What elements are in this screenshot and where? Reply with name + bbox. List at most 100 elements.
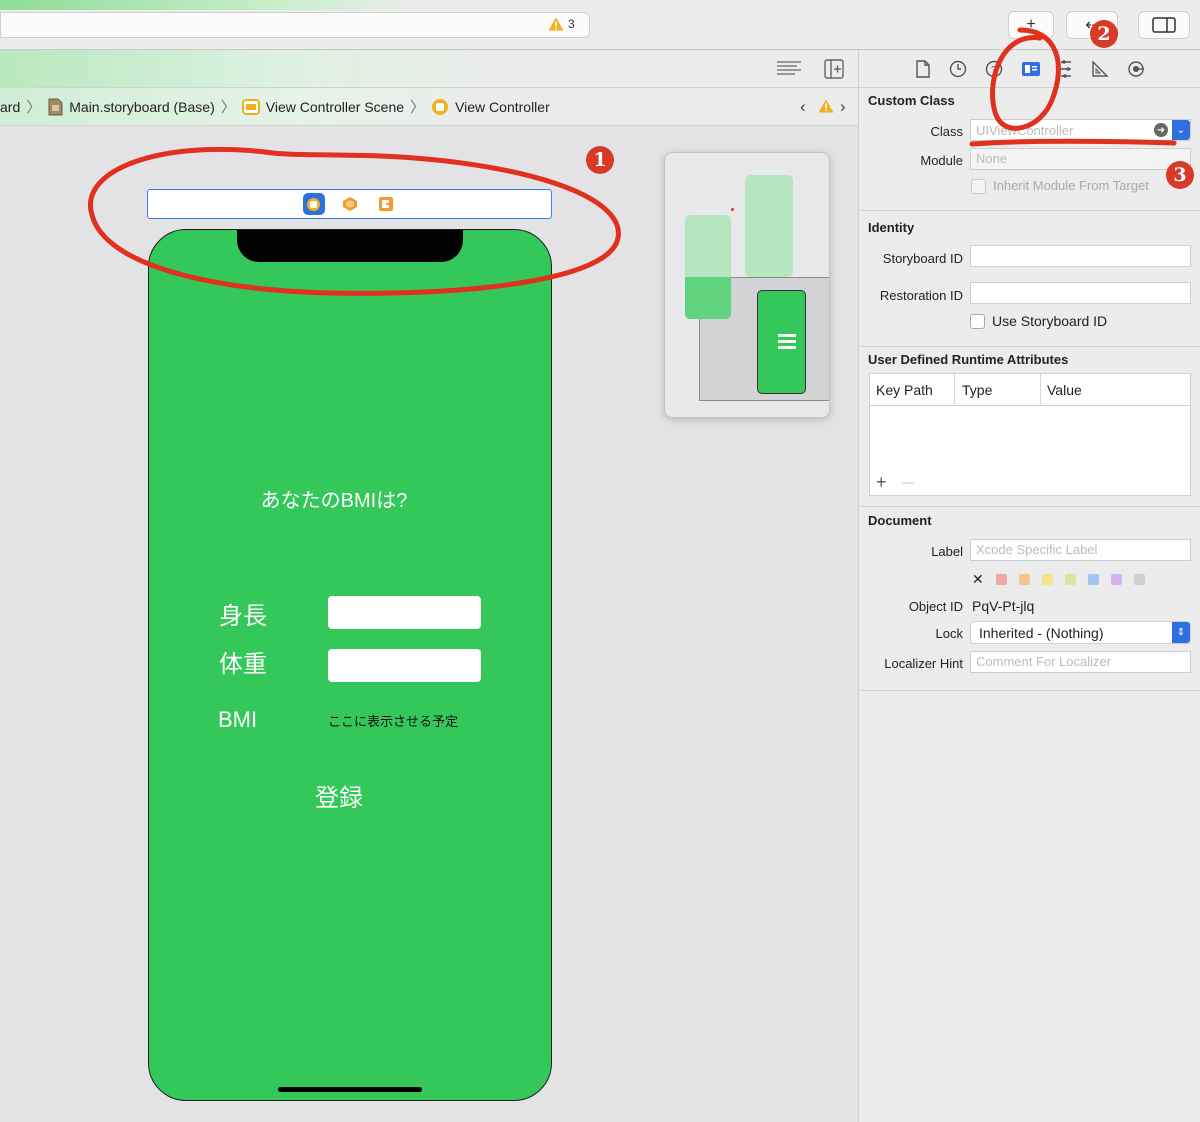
window-toolbar: 3 + ⇠ (0, 0, 1200, 50)
label-color-swatch[interactable] (1041, 574, 1053, 585)
label-color-swatch[interactable] (1133, 574, 1145, 585)
inherit-module-checkbox[interactable] (971, 179, 986, 194)
custom-class-title: Custom Class (868, 93, 955, 108)
inspector-tab-bar: ? (859, 50, 1200, 88)
chevron-right-icon: 〉 (26, 99, 42, 116)
document-label-field[interactable]: Xcode Specific Label (970, 539, 1191, 561)
size-inspector-icon[interactable] (1091, 59, 1109, 78)
column-divider (1040, 374, 1041, 406)
home-indicator (278, 1087, 422, 1092)
inherit-module-label: Inherit Module From Target (993, 178, 1149, 193)
sidebar-right-icon (1152, 17, 1176, 33)
register-button[interactable]: 登録 (149, 778, 529, 813)
breadcrumb: ard 〉 Main.storyboard (Base) 〉 View Cont… (0, 88, 858, 126)
label-color-swatches: ✕ (972, 571, 1145, 588)
label-color-swatch[interactable] (1110, 574, 1122, 585)
localizer-hint-field[interactable]: Comment For Localizer (970, 651, 1191, 673)
restoration-id-field[interactable] (970, 282, 1191, 304)
height-label: 身長 (219, 603, 267, 630)
column-header[interactable]: Type (962, 382, 992, 398)
localizer-hint-label: Localizer Hint (884, 656, 963, 671)
editor-options-bar (0, 50, 858, 88)
table-header: Key Path Type Value (870, 374, 1190, 406)
remove-attribute-button[interactable]: — (902, 475, 914, 489)
minimap-scene-overlap (685, 277, 731, 319)
go-to-class-icon[interactable]: ➜ (1154, 123, 1168, 137)
annotation-number-two: 2 (1090, 20, 1118, 48)
use-storyboard-id-checkbox[interactable] (970, 314, 985, 329)
divider (859, 346, 1200, 347)
chevron-left-icon[interactable]: ‹ (800, 97, 806, 117)
editor-options-icon[interactable] (776, 60, 802, 78)
class-dropdown-button[interactable]: ⌄ (1172, 120, 1190, 140)
exit-icon[interactable] (375, 193, 397, 215)
identity-inspector-icon[interactable] (1021, 61, 1041, 77)
attributes-inspector-icon[interactable] (1059, 59, 1073, 78)
file-inspector-icon[interactable] (915, 59, 931, 78)
warning-indicator[interactable]: 3 (548, 17, 575, 31)
height-text-field[interactable] (328, 596, 481, 629)
lock-value: Inherited - (Nothing) (979, 624, 1104, 641)
minimap-current-scene (757, 290, 806, 394)
inspector-panel: ? Custom Class Class UIViewController ➜ … (858, 50, 1200, 1122)
storyboard-id-field[interactable] (970, 245, 1191, 267)
build-progress-bar (0, 0, 420, 10)
object-id-value: PqV-Pt-jlq (972, 598, 1035, 614)
breadcrumb-label: View Controller (455, 98, 550, 115)
first-responder-icon[interactable] (339, 193, 361, 215)
lock-label: Lock (935, 626, 963, 641)
svg-text:?: ? (991, 65, 997, 76)
annotation-number-three: 3 (1166, 161, 1194, 189)
warning-count: 3 (568, 17, 575, 31)
add-editor-icon[interactable] (824, 59, 844, 79)
connections-inspector-icon[interactable] (1127, 60, 1145, 78)
plus-icon: + (1026, 16, 1036, 33)
clear-color-icon[interactable]: ✕ (972, 571, 984, 588)
view-controller-icon (432, 98, 449, 115)
localizer-hint-placeholder: Comment For Localizer (976, 654, 1112, 669)
storyboard-file-icon (48, 98, 63, 115)
label-color-swatch[interactable] (995, 574, 1007, 585)
history-inspector-icon[interactable] (949, 60, 967, 78)
bmi-value-label: ここに表示させる予定 (328, 714, 459, 729)
label-color-swatch[interactable] (1064, 574, 1076, 585)
scene-dock[interactable] (147, 189, 552, 219)
warning-icon[interactable] (818, 99, 834, 113)
inspector-toggle-button[interactable] (1138, 11, 1190, 39)
breadcrumb-item-view-controller[interactable]: View Controller (431, 98, 550, 116)
label-color-swatch[interactable] (1087, 574, 1099, 585)
column-header[interactable]: Value (1047, 382, 1082, 398)
updown-chevron-icon: ⇕ (1172, 622, 1190, 643)
breadcrumb-item-main-storyboard[interactable]: Main.storyboard (Base) (47, 98, 215, 116)
activity-viewer[interactable] (0, 12, 590, 38)
column-divider (954, 374, 955, 406)
label-color-swatch[interactable] (1018, 574, 1030, 585)
runtime-attributes-table[interactable]: Key Path Type Value + — (869, 373, 1191, 496)
breadcrumb-label: ard (0, 98, 21, 115)
breadcrumb-item-storyboard[interactable]: ard (0, 99, 20, 115)
breadcrumb-label: View Controller Scene (265, 98, 405, 115)
document-label-placeholder: Xcode Specific Label (976, 542, 1098, 557)
canvas-minimap[interactable] (664, 152, 830, 418)
library-button[interactable]: + (1008, 11, 1054, 39)
help-inspector-icon[interactable]: ? (985, 60, 1003, 78)
class-field[interactable]: UIViewController ➜ ⌄ (970, 119, 1191, 141)
divider (859, 210, 1200, 211)
view-controller-view[interactable]: あなたのBMIは? 身長 体重 BMI ここに表示させる予定 登録 (148, 229, 552, 1101)
divider (859, 506, 1200, 507)
weight-text-field[interactable] (328, 649, 481, 682)
module-field[interactable]: None (970, 148, 1191, 170)
add-attribute-button[interactable]: + (876, 472, 887, 493)
identity-title: Identity (868, 220, 915, 235)
column-header[interactable]: Key Path (876, 382, 933, 398)
object-id-label: Object ID (908, 599, 963, 614)
module-placeholder: None (976, 151, 1008, 166)
class-placeholder: UIViewController (976, 122, 1074, 138)
document-label-label: Label (931, 544, 963, 559)
scene-icon (241, 98, 260, 115)
lock-popup-button[interactable]: Inherited - (Nothing) ⇕ (970, 621, 1191, 644)
view-controller-icon[interactable] (302, 193, 325, 215)
device-notch (237, 230, 463, 262)
breadcrumb-item-scene[interactable]: View Controller Scene (241, 98, 405, 116)
chevron-right-icon[interactable]: › (840, 97, 846, 117)
